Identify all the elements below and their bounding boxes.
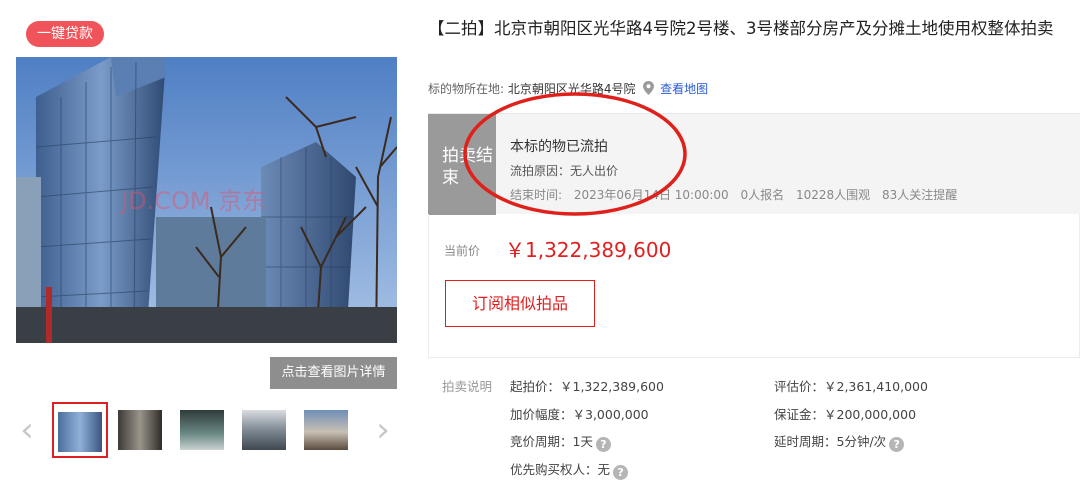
status-headline: 本标的物已流拍 bbox=[510, 139, 608, 155]
bid-period-row: 竞价周期：1天? bbox=[510, 431, 611, 452]
status-details: 本标的物已流拍 流拍原因：无人出价 结束时间: 2023年06月14日 10:0… bbox=[510, 136, 965, 203]
end-time-label: 结束时间: bbox=[510, 188, 563, 202]
preemptive-row: 优先购买权人：无? bbox=[510, 459, 629, 480]
location-label: 标的物所在地: bbox=[428, 82, 505, 96]
view-map-link[interactable]: 查看地图 bbox=[660, 82, 708, 96]
map-pin-icon bbox=[643, 81, 655, 95]
help-icon[interactable]: ? bbox=[595, 437, 611, 452]
jd-watermark: JD.COM 京东 bbox=[119, 187, 266, 215]
thumbnail-4[interactable] bbox=[238, 402, 294, 458]
auction-status-panel: 拍卖结束 本标的物已流拍 流拍原因：无人出价 结束时间: 2023年06月14日… bbox=[428, 113, 1080, 215]
image-gallery: JD.COM 京东 一键贷款 点击查看图片详情 ‹ › bbox=[0, 0, 412, 489]
bid-increment: 加价幅度：￥3,000,000 bbox=[510, 407, 649, 422]
help-icon[interactable]: ? bbox=[889, 437, 905, 452]
extension-period: 延时周期：5分钟/次 bbox=[774, 434, 887, 449]
thumbnail-3[interactable] bbox=[176, 402, 232, 458]
location-address: 北京朝阳区光华路4号院 bbox=[507, 82, 636, 96]
preemptive-right: 优先购买权人：无 bbox=[510, 462, 611, 477]
thumbnail-5[interactable] bbox=[300, 402, 356, 458]
help-icon[interactable]: ? bbox=[613, 465, 629, 480]
thumbnail-1[interactable] bbox=[52, 402, 108, 458]
main-photo[interactable]: JD.COM 京东 bbox=[16, 57, 397, 343]
signup-count: 0人报名 bbox=[740, 188, 785, 202]
view-photo-details-button[interactable]: 点击查看图片详情 bbox=[270, 357, 397, 389]
failure-reason: 流拍原因：无人出价 bbox=[510, 164, 619, 178]
watcher-count: 83人关注提醒 bbox=[881, 188, 958, 202]
rules-label: 拍卖说明 bbox=[442, 379, 493, 394]
next-arrow-icon[interactable]: › bbox=[370, 410, 396, 450]
extension-row: 延时周期：5分钟/次? bbox=[774, 431, 905, 452]
prev-arrow-icon[interactable]: ‹ bbox=[14, 410, 40, 450]
loan-badge[interactable]: 一键贷款 bbox=[26, 21, 104, 47]
view-count: 10228人围观 bbox=[795, 188, 871, 202]
thumbnail-strip: ‹ › bbox=[10, 398, 402, 462]
listing-info: 【二拍】北京市朝阳区光华路4号院2号楼、3号楼部分房产及分摊土地使用权整体拍卖 … bbox=[428, 0, 1080, 489]
status-stats: 结束时间: 2023年06月14日 10:00:00 0人报名 10228人围观… bbox=[510, 186, 965, 203]
subscribe-similar-button[interactable]: 订阅相似拍品 bbox=[445, 280, 595, 327]
current-price-label: 当前价 bbox=[444, 244, 481, 258]
building-photo: JD.COM 京东 bbox=[16, 57, 397, 343]
price-panel: 当前价 ￥1,322,389,600 订阅相似拍品 bbox=[428, 214, 1080, 358]
deposit: 保证金：￥200,000,000 bbox=[774, 407, 917, 422]
bid-period: 竞价周期：1天 bbox=[510, 434, 593, 449]
listing-title: 【二拍】北京市朝阳区光华路4号院2号楼、3号楼部分房产及分摊土地使用权整体拍卖 bbox=[428, 19, 1054, 38]
current-price: ￥1,322,389,600 bbox=[505, 238, 672, 262]
auction-ended-tag: 拍卖结束 bbox=[428, 114, 496, 215]
appraisal-price: 评估价：￥2,361,410,000 bbox=[774, 379, 928, 394]
starting-price: 起拍价：￥1,322,389,600 bbox=[510, 379, 664, 394]
thumbnail-2[interactable] bbox=[114, 402, 170, 458]
location-row: 标的物所在地: 北京朝阳区光华路4号院 查看地图 bbox=[428, 80, 708, 97]
end-time: 2023年06月14日 10:00:00 bbox=[573, 188, 729, 202]
